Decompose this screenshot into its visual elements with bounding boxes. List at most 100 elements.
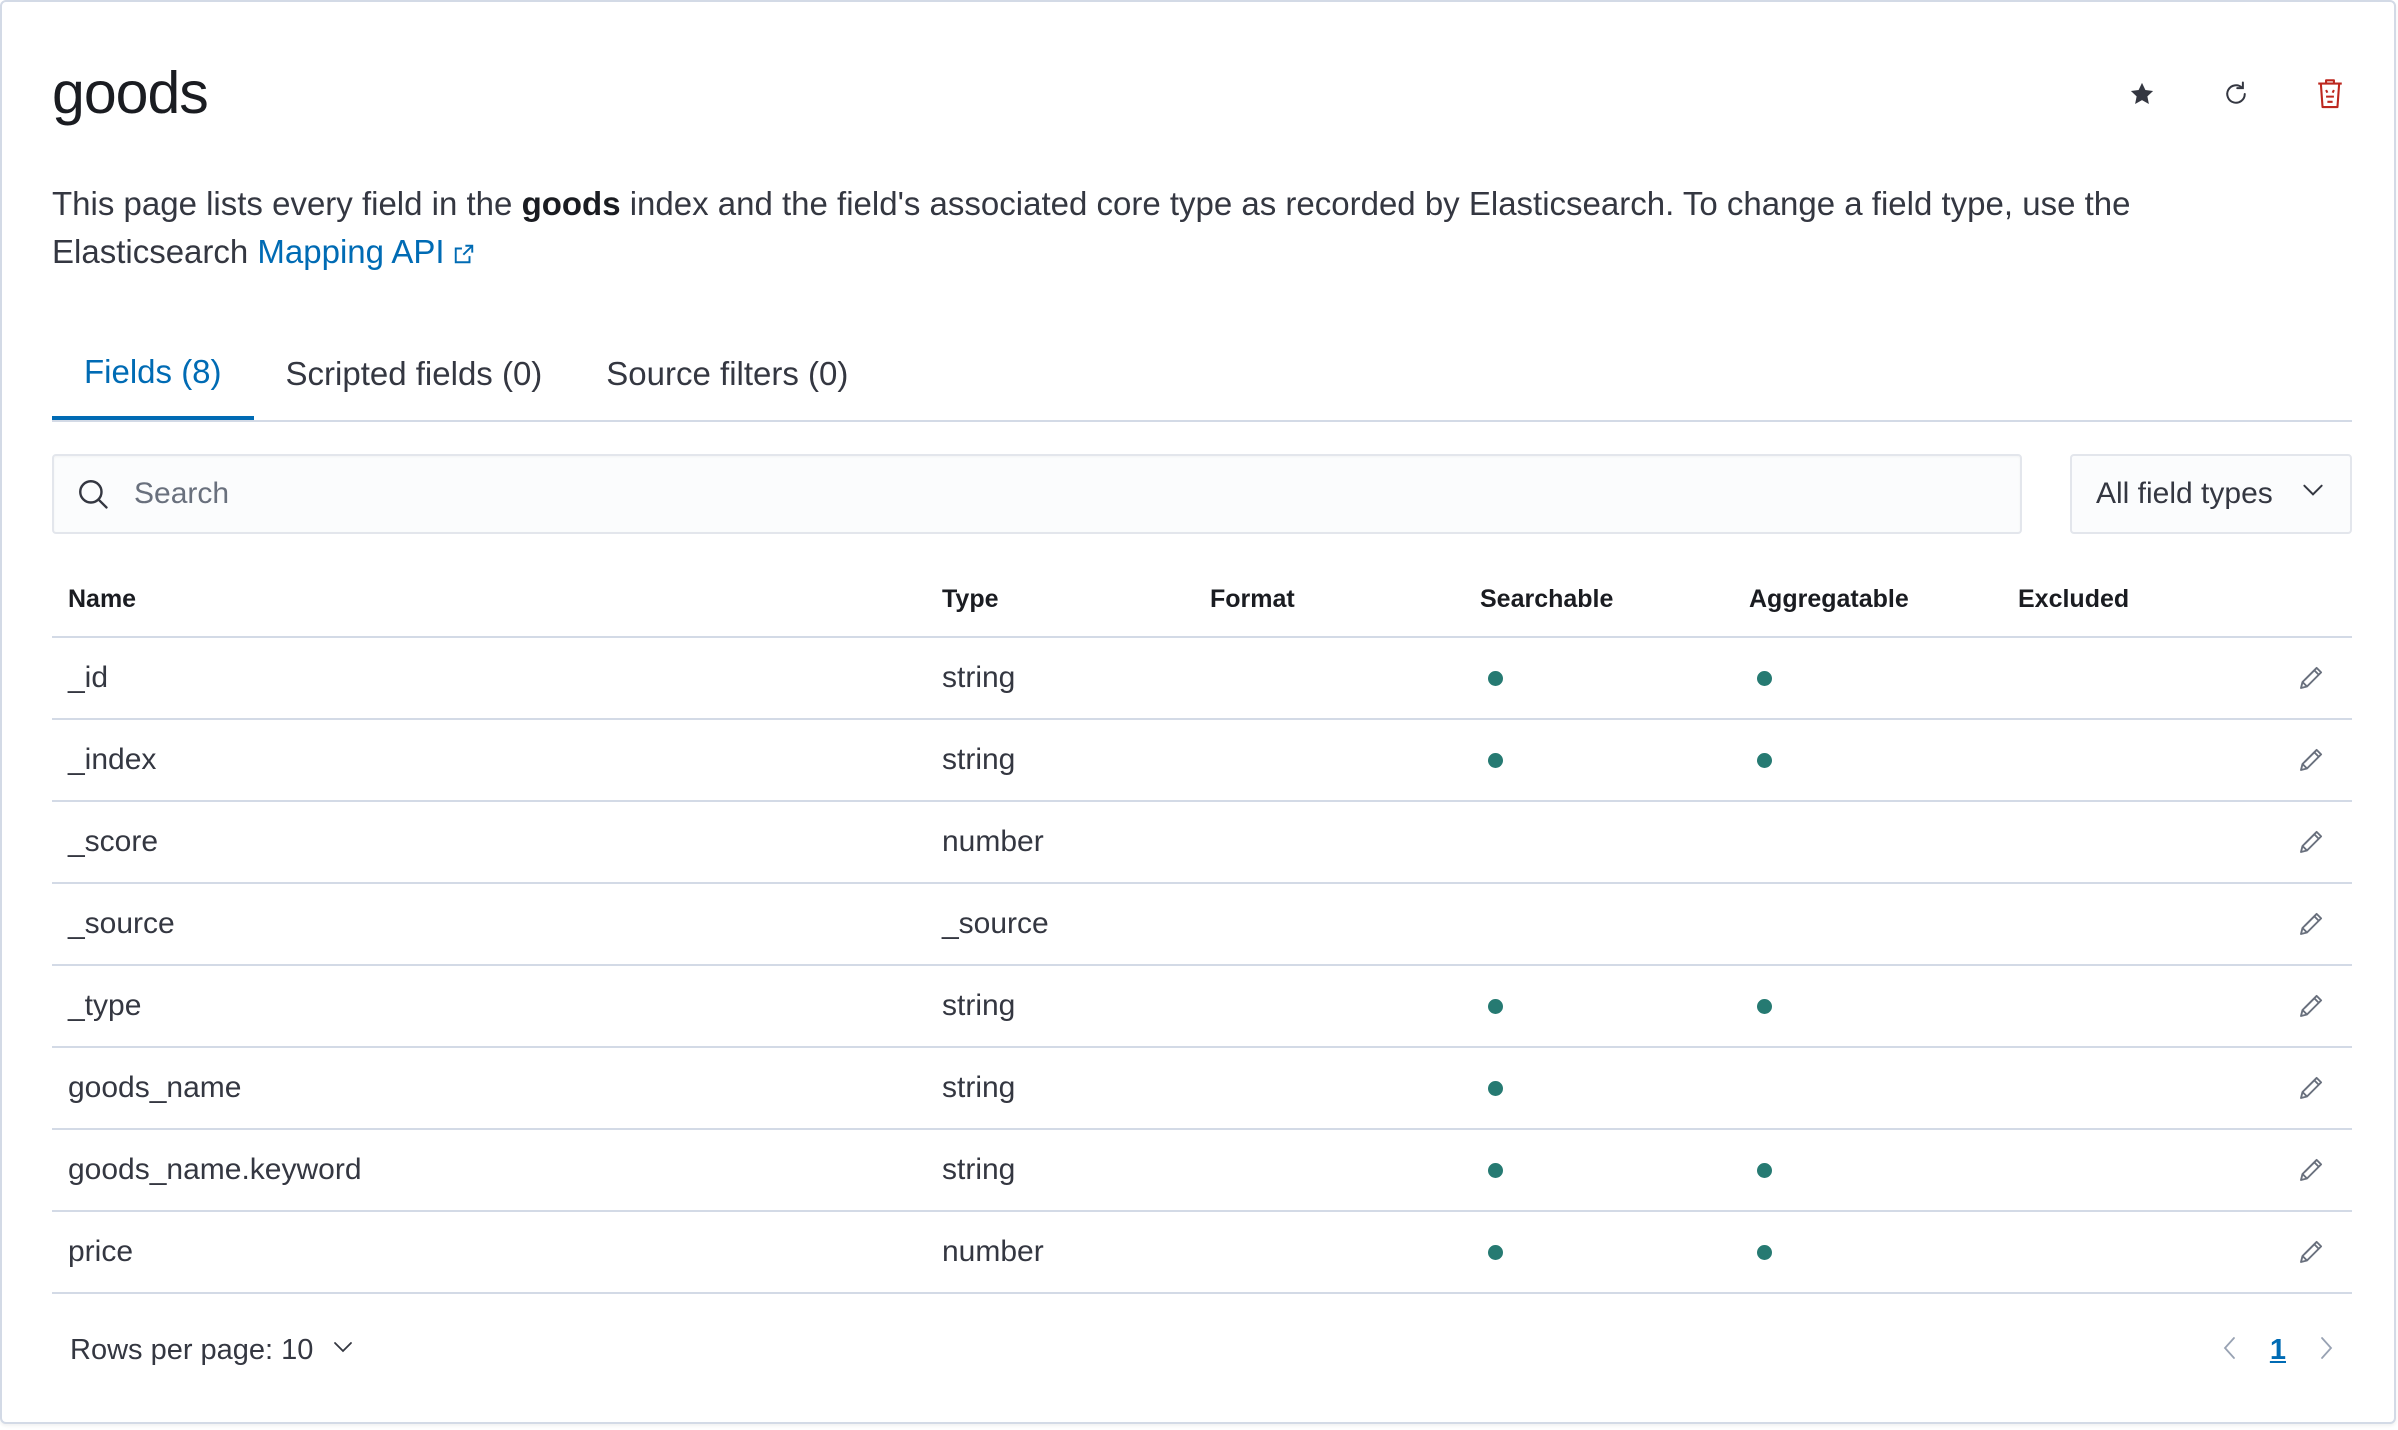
description-text: This page lists every field in the [52,185,522,222]
page-description: This page lists every field in the goods… [52,180,2312,278]
edit-field-button[interactable] [2296,1212,2326,1292]
field-type: string [942,661,1016,694]
set-default-button[interactable] [2120,72,2164,116]
pencil-icon [2296,1073,2326,1103]
field-type: string [942,989,1016,1022]
refresh-icon [2226,81,2246,104]
delete-index-pattern-button[interactable] [2308,72,2352,116]
table-header-row: Name Type Format Searchable Aggregatable… [52,562,2352,638]
table-body: _id string _index string _score number _source… [52,638,2352,1294]
search-input[interactable] [132,476,1936,512]
column-header-excluded[interactable]: Excluded [2018,562,2129,636]
aggregatable-indicator [1757,1162,1772,1178]
field-name: _id [68,661,109,694]
pencil-icon [2296,1155,2326,1185]
chevron-down-icon [331,1334,355,1367]
searchable-cell [1480,1048,1503,1128]
searchable-cell [1480,638,1503,718]
field-name: _type [68,989,142,1022]
edit-field-button[interactable] [2296,1048,2326,1128]
index-pattern-panel: goods This page lists every field in the… [0,0,2396,1424]
edit-field-button[interactable] [2296,884,2326,964]
external-link-icon [453,230,475,278]
tabs: Fields (8) Scripted fields (0) Source fi… [52,328,2352,422]
tab-scripted-fields[interactable]: Scripted fields (0) [254,328,575,420]
pencil-icon [2296,1237,2326,1267]
mapping-api-link[interactable]: Mapping API [257,233,474,270]
aggregatable-indicator [1757,670,1772,686]
pencil-icon [2296,827,2326,857]
field-type: string [942,1071,1016,1104]
previous-page-button[interactable] [2218,1334,2242,1367]
field-type: number [942,825,1044,858]
page-title: goods [52,60,209,126]
column-header-type[interactable]: Type [942,562,999,636]
edit-field-button[interactable] [2296,966,2326,1046]
chevron-left-icon [2223,1336,2235,1359]
field-name: goods_name.keyword [68,1153,362,1186]
table-row: _score number [52,802,2352,884]
rows-per-page-button[interactable]: Rows per page: 10 [70,1314,355,1386]
field-type: string [942,1153,1016,1186]
column-header-aggregatable[interactable]: Aggregatable [1749,562,1909,636]
field-type: _source [942,907,1049,940]
pencil-icon [2296,745,2326,775]
searchable-indicator [1488,670,1503,686]
field-name: _score [68,825,159,858]
table-row: _source _source [52,884,2352,966]
searchable-indicator [1488,998,1503,1014]
table-row: _type string [52,966,2352,1048]
trash-icon [2318,79,2342,109]
star-icon [2130,82,2154,105]
page-1-button[interactable]: 1 [2270,1334,2286,1367]
rows-per-page-label: Rows per page: 10 [70,1333,314,1366]
table-row: _id string [52,638,2352,720]
search-icon [76,477,116,511]
searchable-cell [1480,1130,1503,1210]
fields-table: Name Type Format Searchable Aggregatable… [52,562,2352,1294]
table-row: _index string [52,720,2352,802]
aggregatable-indicator [1757,752,1772,768]
search-box [52,454,2022,534]
searchable-indicator [1488,1162,1503,1178]
searchable-indicator [1488,1244,1503,1260]
column-header-name[interactable]: Name [68,562,136,636]
aggregatable-cell [1749,1212,1772,1292]
edit-field-button[interactable] [2296,1130,2326,1210]
aggregatable-cell [1749,720,1772,800]
searchable-cell [1480,966,1503,1046]
chevron-right-icon [2321,1336,2333,1359]
aggregatable-cell [1749,966,1772,1046]
tab-source-filters[interactable]: Source filters (0) [574,328,880,420]
aggregatable-indicator [1757,998,1772,1014]
pagination: 1 [2218,1314,2338,1386]
pencil-icon [2296,909,2326,939]
refresh-fields-button[interactable] [2214,72,2258,116]
searchable-indicator [1488,752,1503,768]
field-name: _index [68,743,157,776]
edit-field-button[interactable] [2296,802,2326,882]
column-header-format[interactable]: Format [1210,562,1295,636]
aggregatable-cell [1749,1130,1772,1210]
searchable-cell [1480,720,1503,800]
searchable-cell [1480,1212,1503,1292]
column-header-searchable[interactable]: Searchable [1480,562,1613,636]
mapping-api-link-label: Mapping API [257,233,445,270]
table-row: goods_name.keyword string [52,1130,2352,1212]
field-type: string [942,743,1016,776]
tab-fields[interactable]: Fields (8) [52,328,254,420]
next-page-button[interactable] [2314,1334,2338,1367]
field-type-filter[interactable]: All field types [2070,454,2352,534]
searchable-indicator [1488,1080,1503,1096]
field-type-filter-label: All field types [2096,477,2273,510]
edit-field-button[interactable] [2296,720,2326,800]
field-type: number [942,1235,1044,1268]
aggregatable-cell [1749,638,1772,718]
field-name: _source [68,907,175,940]
table-row: goods_name string [52,1048,2352,1130]
chevron-down-icon [2300,477,2326,511]
field-name: price [68,1235,134,1268]
edit-field-button[interactable] [2296,638,2326,718]
table-footer: Rows per page: 10 1 [52,1314,2352,1386]
aggregatable-indicator [1757,1244,1772,1260]
